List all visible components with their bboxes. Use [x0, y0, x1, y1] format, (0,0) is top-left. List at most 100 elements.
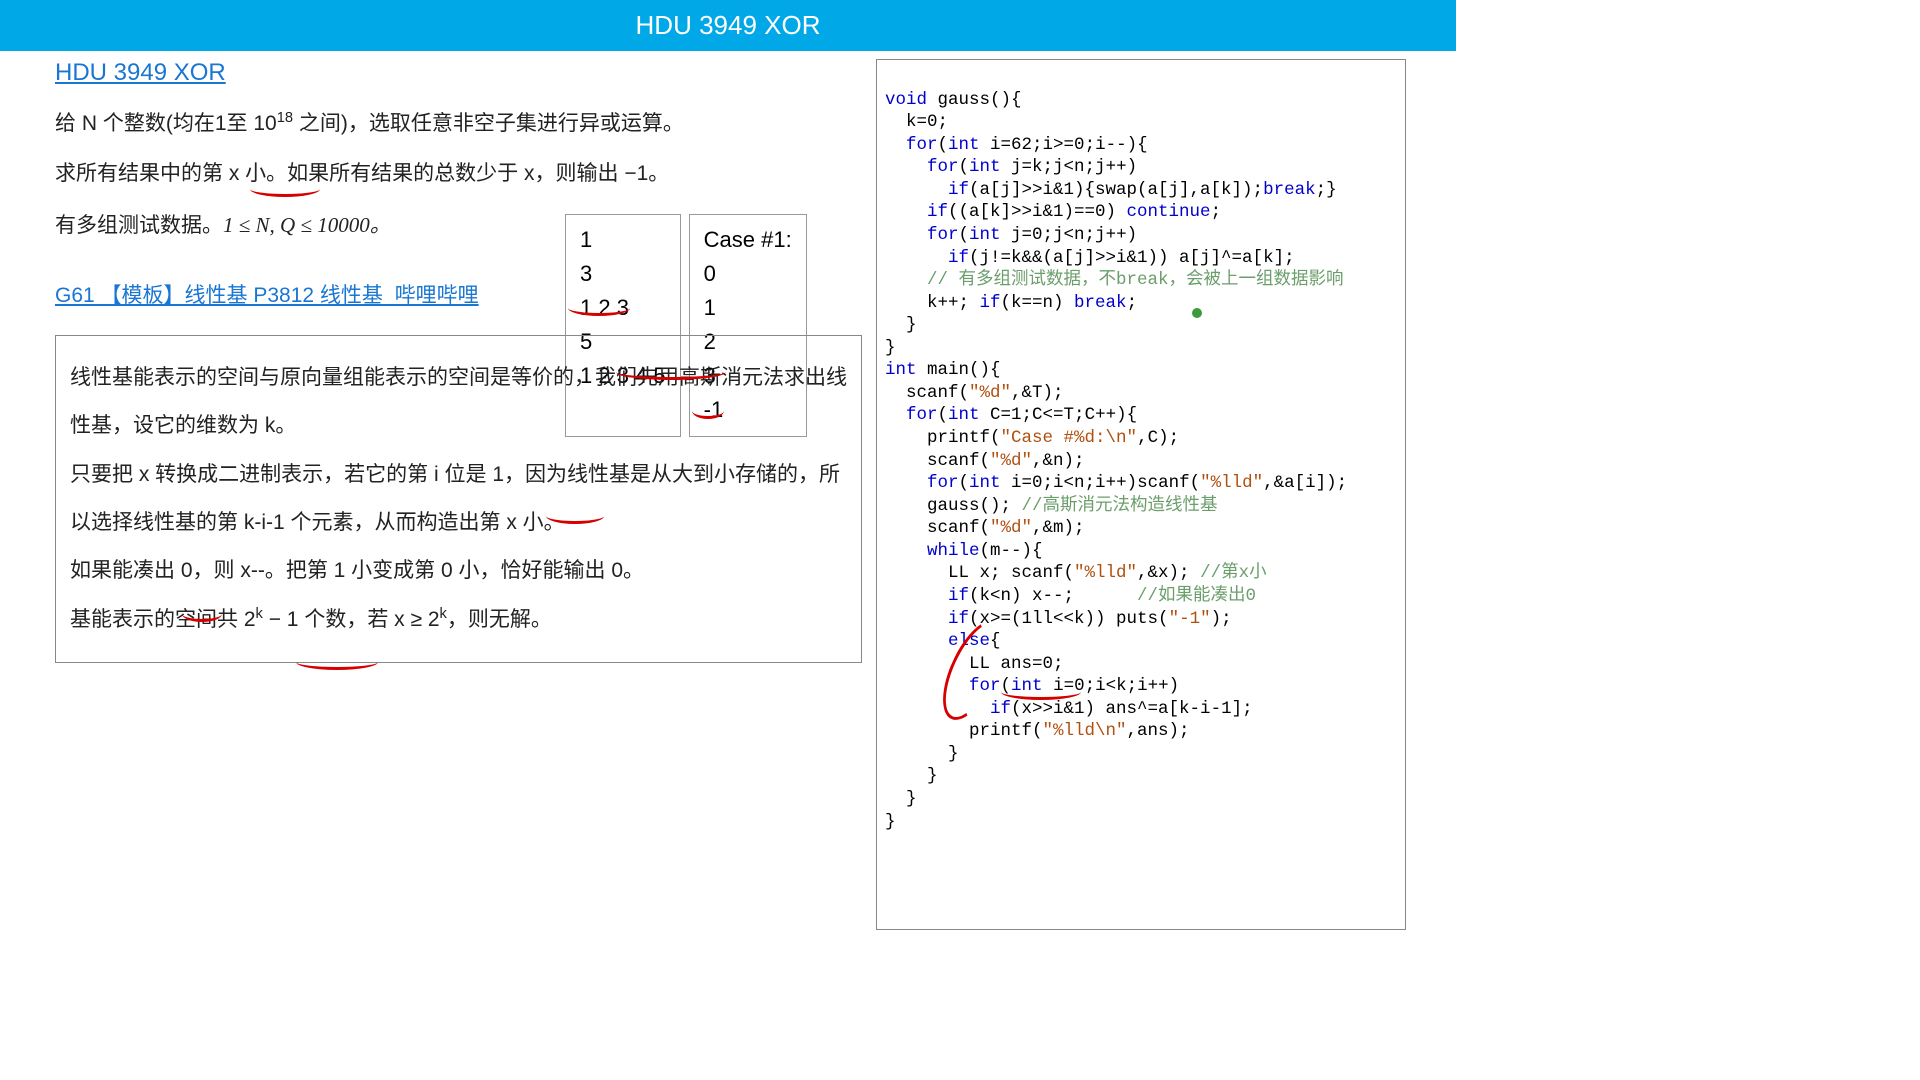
desc-line3-math: 1 ≤ N, Q ≤ 10000。	[223, 213, 391, 237]
problem-title-link[interactable]: HDU 3949 XOR	[55, 59, 226, 87]
c: for	[885, 135, 938, 155]
c: ,&T);	[1011, 383, 1064, 403]
c: "%d"	[969, 383, 1011, 403]
c: int	[969, 473, 1001, 493]
c: i=62;i>=0;i--){	[980, 135, 1148, 155]
c: "%d"	[990, 518, 1032, 538]
explain-p2: 只要把 x 转换成二进制表示，若它的第 i 位是 1，因为线性基是从大到小存储的…	[70, 451, 847, 548]
explain-p3: 如果能凑出 0，则 x--。把第 1 小变成第 0 小，恰好能输出 0。	[70, 547, 847, 595]
p4-aexp: k	[256, 606, 263, 622]
p4-mid: − 1 个数，若 x ≥	[263, 608, 428, 631]
c: );	[1211, 609, 1232, 629]
c: (a[j]>>i&1){swap(a[j],a[k]);	[969, 180, 1263, 200]
explanation-box: 线性基能表示的空间与原向量组能表示的空间是等价的，我们先用高斯消元法求出线性基，…	[55, 335, 862, 663]
c: break	[1263, 180, 1316, 200]
c: ,&m);	[1032, 518, 1085, 538]
desc-line2: 求所有结果中的第 x 小。如果所有结果的总数少于 x，则输出 −1。	[55, 162, 669, 185]
c: (j!=k&&(a[j]>>i&1)) a[j]^=a[k];	[969, 248, 1295, 268]
c: (	[938, 405, 949, 425]
c: int	[948, 135, 980, 155]
code-block: void gauss(){ k=0; for(int i=62;i>=0;i--…	[876, 59, 1406, 930]
c: C=1;C<=T;C++){	[980, 405, 1138, 425]
c: continue	[1127, 202, 1211, 222]
c: "%lld"	[1200, 473, 1263, 493]
c: ,C);	[1137, 428, 1179, 448]
left-column: HDU 3949 XOR 给 N 个整数(均在1至 1018 之间)，选取任意非…	[55, 59, 862, 930]
c: ,&a[i]);	[1263, 473, 1347, 493]
c: if	[885, 248, 969, 268]
c: ;}	[1316, 180, 1337, 200]
c: scanf(	[885, 518, 990, 538]
c: }	[885, 315, 917, 335]
c: LL x; scanf(	[885, 563, 1074, 583]
c: for	[885, 473, 959, 493]
c: if	[885, 609, 969, 629]
explain-p4: 基能表示的空间共 2k − 1 个数，若 x ≥ 2k，则无解。	[70, 596, 847, 644]
desc-pow: 10	[253, 112, 276, 135]
c: //第x小	[1200, 563, 1267, 583]
green-cursor-dot	[1192, 308, 1202, 318]
c: gauss(){	[927, 90, 1022, 110]
c: for	[885, 405, 938, 425]
underline-x-small	[250, 189, 320, 197]
c: //如果能凑出0	[1137, 586, 1256, 606]
c: // 有多组测试数据，不break，会被上一组数据影响	[885, 270, 1344, 290]
c: }	[885, 744, 959, 764]
c: "%lld\n"	[1043, 721, 1127, 741]
c: printf(	[885, 428, 1001, 448]
page-header: HDU 3949 XOR	[0, 0, 1456, 51]
explain-p1: 线性基能表示的空间与原向量组能表示的空间是等价的，我们先用高斯消元法求出线性基，…	[70, 354, 847, 451]
c: while	[885, 541, 980, 561]
p4-post: ，则无解。	[447, 608, 552, 631]
c: int	[885, 360, 917, 380]
c: main(){	[917, 360, 1001, 380]
c: "Case #%d:\n"	[1001, 428, 1138, 448]
c: gauss();	[885, 496, 1022, 516]
c: ,&x);	[1137, 563, 1200, 583]
c: (	[959, 157, 970, 177]
c: scanf(	[885, 383, 969, 403]
c: for	[885, 225, 959, 245]
c: (	[959, 225, 970, 245]
c: "-1"	[1169, 609, 1211, 629]
c: printf(	[885, 721, 1043, 741]
c: (m--){	[980, 541, 1043, 561]
c: break	[1074, 293, 1127, 313]
c: if	[980, 293, 1001, 313]
desc-line3-pre: 有多组测试数据。	[55, 214, 223, 237]
c: "%lld"	[1074, 563, 1137, 583]
c: (k<n) x--;	[969, 586, 1137, 606]
c: k=0;	[885, 112, 948, 132]
p4-b: 2	[428, 608, 440, 631]
c: for	[885, 157, 959, 177]
c: i=0;i<n;i++)scanf(	[1001, 473, 1201, 493]
c: (	[959, 473, 970, 493]
c: ,ans);	[1127, 721, 1190, 741]
c: k++;	[885, 293, 980, 313]
c: ,&n);	[1032, 451, 1085, 471]
c: int	[969, 225, 1001, 245]
c: }	[885, 338, 896, 358]
content-area: HDU 3949 XOR 给 N 个整数(均在1至 1018 之间)，选取任意非…	[0, 51, 1456, 930]
c: "%d"	[990, 451, 1032, 471]
p4-pre: 基能表示的空间共	[70, 608, 244, 631]
c: int	[969, 157, 1001, 177]
p4-a: 2	[244, 608, 256, 631]
c: }	[885, 789, 917, 809]
reference-link[interactable]: G61 【模板】线性基 P3812 线性基_哔哩哔哩	[55, 279, 479, 309]
c: ((a[k]>>i&1)==0)	[948, 202, 1127, 222]
c: void	[885, 90, 927, 110]
c: if	[885, 586, 969, 606]
c: scanf(	[885, 451, 990, 471]
p4-bexp: k	[440, 606, 447, 622]
c: }	[885, 766, 938, 786]
desc-exp: 18	[277, 110, 293, 126]
underline-2k1	[296, 662, 378, 670]
c: ;	[1211, 202, 1222, 222]
header-title: HDU 3949 XOR	[636, 10, 821, 40]
c: (k==n)	[1001, 293, 1075, 313]
c: }	[885, 812, 896, 832]
c: if	[885, 180, 969, 200]
c: j=k;j<n;j++)	[1001, 157, 1138, 177]
c: j=0;j<n;j++)	[1001, 225, 1138, 245]
